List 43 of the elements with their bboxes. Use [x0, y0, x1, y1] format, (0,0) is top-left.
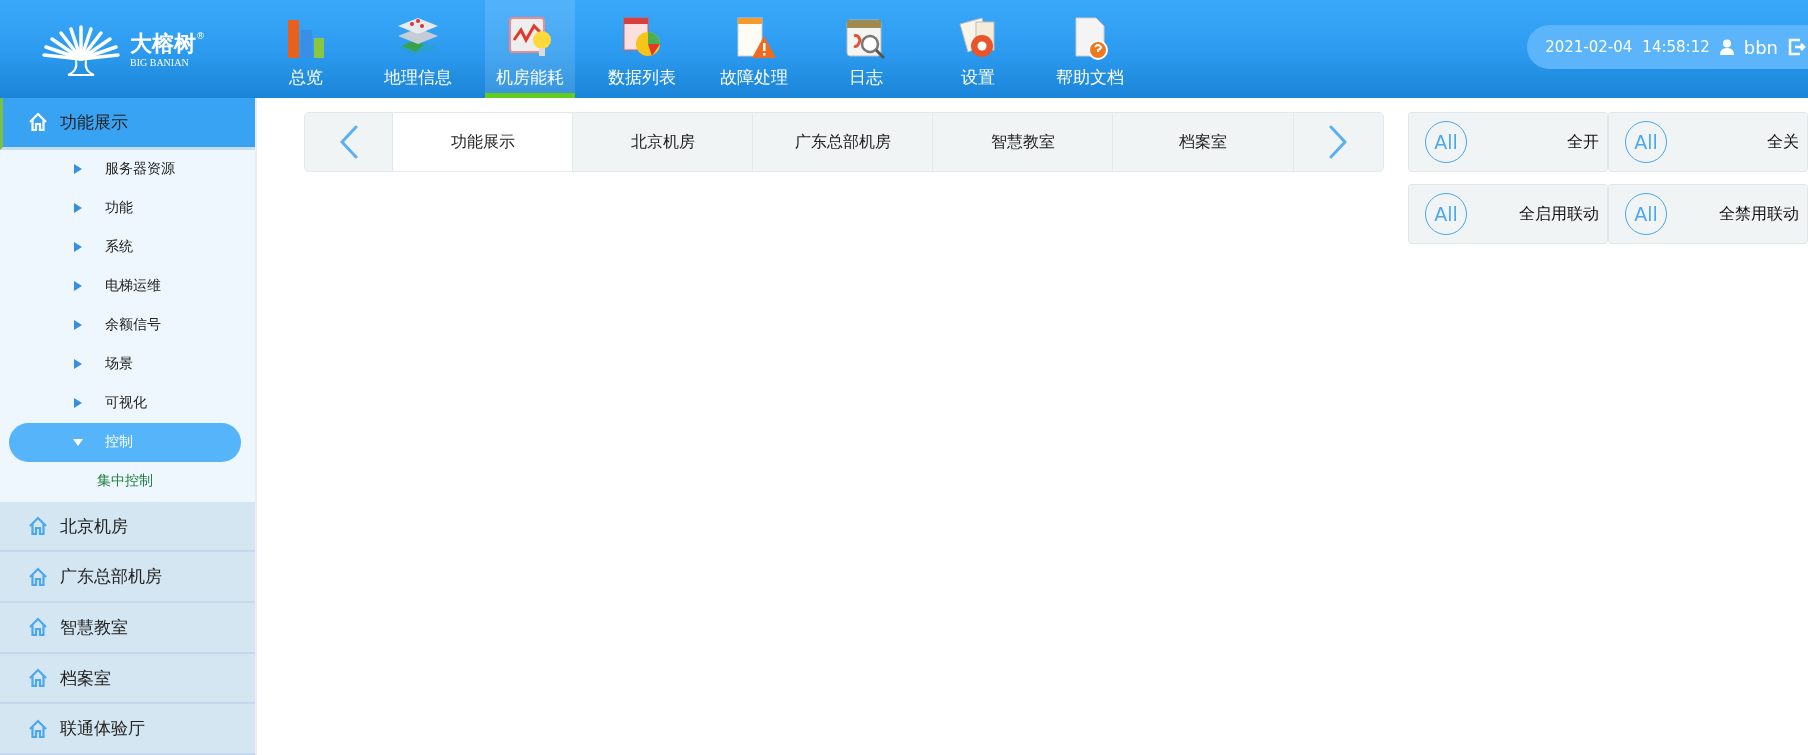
tab[interactable]: 北京机房	[573, 113, 753, 171]
sidebar-item[interactable]: 余额信号	[9, 305, 241, 345]
logout-icon[interactable]	[1788, 38, 1806, 56]
sidebar-item[interactable]: 场景	[9, 344, 241, 384]
time-text: 14:58:12	[1642, 38, 1710, 56]
caret-right-icon	[73, 398, 83, 409]
username: bbn	[1743, 36, 1778, 58]
caret-right-icon	[73, 359, 83, 370]
tab[interactable]: 功能展示	[393, 113, 573, 171]
sidebar-group[interactable]: 功能展示	[0, 98, 255, 150]
nav-tab[interactable]: 地理信息	[362, 0, 474, 98]
action-button[interactable]: All 全启用联动	[1408, 184, 1608, 244]
caret-right-icon	[73, 281, 83, 292]
home-icon	[28, 112, 48, 133]
tab[interactable]: 智慧教室	[933, 113, 1113, 171]
nav-tab[interactable]: 日志	[810, 0, 922, 98]
caret-right-icon	[73, 164, 83, 175]
home-icon	[28, 718, 48, 739]
sidebar-item[interactable]: 系统	[9, 227, 241, 267]
nav-tab[interactable]: 故障处理	[698, 0, 810, 98]
sidebar-item[interactable]: 功能	[9, 188, 241, 228]
home-icon	[28, 516, 48, 536]
home-icon	[28, 566, 48, 587]
home-icon	[28, 668, 48, 688]
sidebar-subitem[interactable]: 集中控制	[0, 461, 255, 498]
action-button[interactable]: All 全关	[1608, 112, 1808, 172]
caret-right-icon	[73, 242, 83, 253]
tab[interactable]: 广东总部机房	[753, 113, 933, 171]
caret-right-icon	[73, 320, 83, 331]
caret-down-icon	[73, 437, 83, 448]
home-icon	[28, 617, 48, 638]
sidebar-item[interactable]: 电梯运维	[9, 266, 241, 306]
action-button[interactable]: All 全开	[1408, 112, 1608, 172]
logo-subtitle: BIG BANIAN	[130, 56, 189, 68]
date-text: 2021-02-04	[1545, 38, 1633, 56]
caret-right-icon	[73, 203, 83, 214]
action-button[interactable]: All 全禁用联动	[1608, 184, 1808, 244]
logo-name: 大榕树	[130, 30, 196, 57]
sidebar-item[interactable]: 可视化	[9, 383, 241, 423]
tab[interactable]: 档案室	[1113, 113, 1293, 171]
sidebar-item[interactable]: 服务器资源	[9, 149, 241, 189]
registered-mark: ®	[196, 30, 205, 41]
user-icon	[1719, 39, 1734, 55]
